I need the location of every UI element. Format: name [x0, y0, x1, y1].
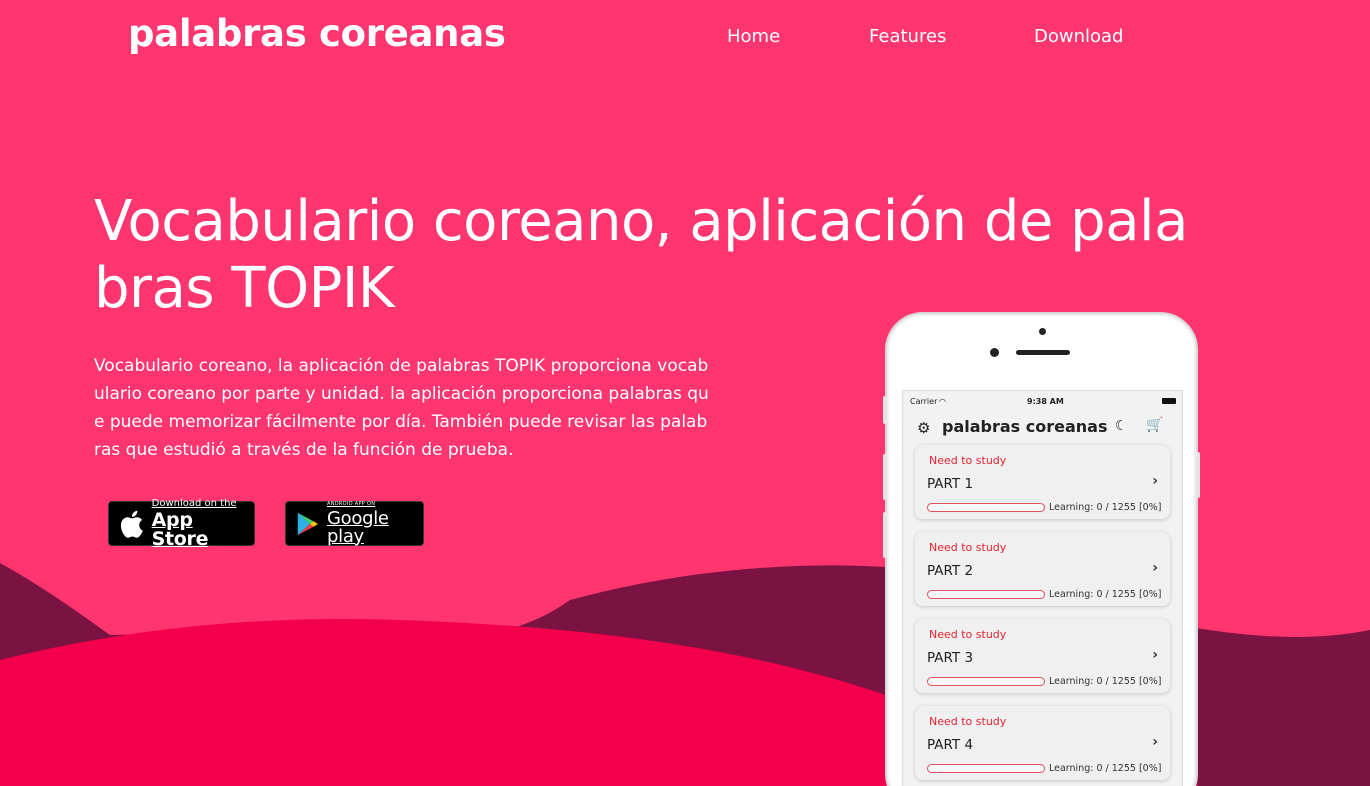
study-status: Need to study — [929, 715, 1007, 728]
app-title: palabras coreanas — [942, 417, 1108, 436]
part-title: PART 2 — [927, 563, 974, 579]
carrier-label: Carrier — [910, 397, 938, 406]
chevron-right-icon: › — [1152, 473, 1158, 489]
part-title: PART 1 — [927, 476, 974, 492]
study-status: Need to study — [929, 628, 1007, 641]
apple-logo-icon — [120, 510, 143, 538]
hero-description: Vocabulario coreano, la aplicación de pa… — [94, 356, 709, 460]
google-play-badge[interactable]: ANDROID APP ON Google play — [285, 501, 424, 546]
app-store-badge[interactable]: Download on the App Store — [108, 497, 255, 550]
phone-speaker — [1016, 350, 1070, 355]
google-play-logo-icon — [297, 512, 319, 535]
phone-camera — [990, 348, 999, 357]
chevron-right-icon: › — [1152, 560, 1158, 576]
brand-logo[interactable]: palabras coreanas — [128, 12, 506, 55]
phone-power-button — [1196, 452, 1200, 498]
nav-download-link[interactable]: Download — [1034, 26, 1123, 47]
phone-mute-switch — [883, 396, 887, 424]
part-card[interactable]: Need to study PART 3 › Learning: 0 / 1255 [… — [915, 619, 1170, 693]
app-bar: ⚙ palabras coreanas ☾ 🛒 — [903, 411, 1182, 443]
google-play-label: Google play — [327, 507, 389, 547]
wifi-icon: ◠ — [939, 397, 946, 406]
google-play-small-label: ANDROID APP ON — [327, 500, 376, 507]
phone-screen: Carrier ◠ 9:38 AM ⚙ palabras coreanas ☾ … — [902, 390, 1183, 786]
progress-bar — [927, 677, 1045, 686]
part-card[interactable]: Need to study PART 1 › Learning: 0 / 1255 [… — [915, 445, 1170, 519]
cart-icon[interactable]: 🛒 — [1146, 417, 1163, 433]
hero-title: Vocabulario coreano, aplicación de palab… — [94, 189, 1188, 321]
battery-icon — [1162, 398, 1176, 404]
gear-icon[interactable]: ⚙ — [917, 419, 930, 437]
study-status: Need to study — [929, 454, 1007, 467]
chevron-right-icon: › — [1152, 734, 1158, 750]
part-title: PART 4 — [927, 737, 974, 753]
phone-mockup: Carrier ◠ 9:38 AM ⚙ palabras coreanas ☾ … — [883, 312, 1200, 786]
progress-bar — [927, 590, 1045, 599]
part-card[interactable]: Need to study PART 2 › Learning: 0 / 1255 [… — [915, 532, 1170, 606]
progress-bar — [927, 503, 1045, 512]
progress-bar — [927, 764, 1045, 773]
study-status: Need to study — [929, 541, 1007, 554]
chevron-right-icon: › — [1152, 647, 1158, 663]
nav-home-link[interactable]: Home — [727, 26, 780, 47]
learning-count: Learning: 0 / 1255 [0%] — [1049, 763, 1162, 774]
part-card[interactable]: Need to study PART 4 › Learning: 0 / 1255 [… — [915, 706, 1170, 780]
status-time: 9:38 AM — [1027, 397, 1064, 406]
learning-count: Learning: 0 / 1255 [0%] — [1049, 502, 1162, 513]
learning-count: Learning: 0 / 1255 [0%] — [1049, 589, 1162, 600]
part-title: PART 3 — [927, 650, 974, 666]
phone-sensor — [1039, 328, 1046, 335]
app-store-small-label: Download on the — [151, 497, 237, 509]
learning-count: Learning: 0 / 1255 [0%] — [1049, 676, 1162, 687]
phone-volume-up — [883, 454, 887, 500]
app-store-label: App Store — [151, 508, 209, 550]
nav-features-link[interactable]: Features — [869, 26, 946, 47]
phone-volume-down — [883, 512, 887, 558]
moon-icon[interactable]: ☾ — [1115, 418, 1128, 434]
status-bar: Carrier ◠ 9:38 AM — [903, 391, 1182, 411]
